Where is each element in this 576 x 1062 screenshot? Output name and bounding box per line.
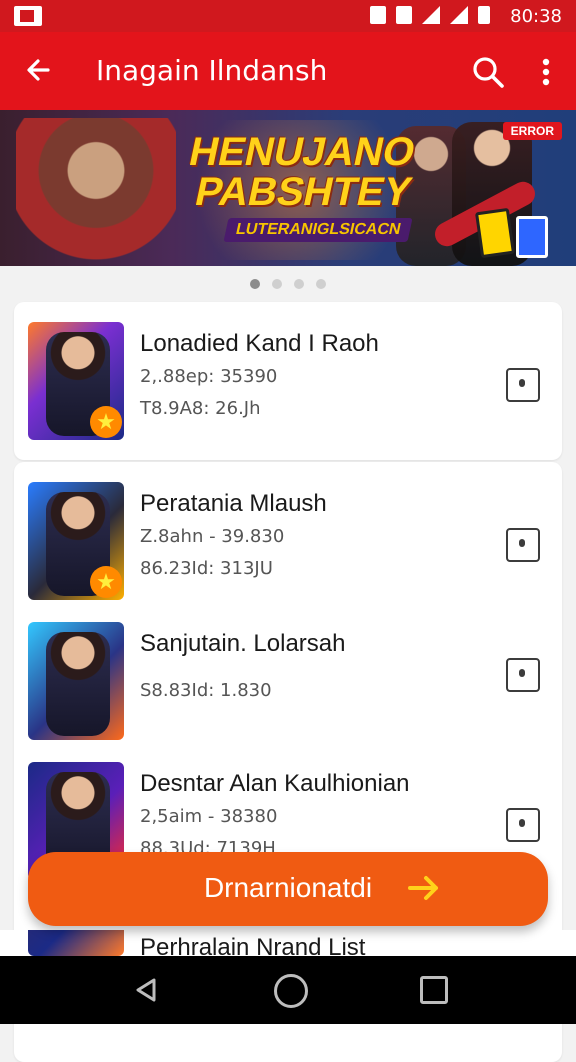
wifi-icon <box>450 6 468 24</box>
item-title: Sanjutain. Lolarsah <box>140 630 346 657</box>
arrow-left-icon[interactable] <box>20 50 60 90</box>
recents-square-icon[interactable] <box>420 976 448 1004</box>
item-thumbnail <box>28 622 124 740</box>
primary-action-label: Drnarnionatdi <box>203 872 373 903</box>
item-thumbnail: ★ <box>28 322 124 440</box>
list-item[interactable]: Sanjutain. Lolarsah S8.83Id: 1.830 <box>14 602 562 742</box>
bookmark-icon[interactable] <box>506 658 540 692</box>
star-icon: ★ <box>90 406 122 438</box>
home-circle-icon[interactable] <box>274 974 308 1008</box>
battery-icon <box>478 6 490 24</box>
item-title: Peratania Mlaush <box>140 490 327 517</box>
bookmark-icon[interactable] <box>506 368 540 402</box>
item-meta-secondary: T8.9A8: 26.Jh <box>140 398 261 419</box>
carousel-dot-2[interactable] <box>272 279 282 289</box>
back-triangle-icon[interactable] <box>132 976 160 1004</box>
banner-title-line-1: HENUJANO <box>185 130 420 174</box>
item-meta-primary: 2,5aim - 38380 <box>140 806 278 827</box>
carousel-dot-3[interactable] <box>294 279 304 289</box>
search-icon[interactable] <box>468 52 508 92</box>
item-title: Desntar Alan Kaulhionian <box>140 770 410 797</box>
banner-subtitle: LUTERANIGLSICACN <box>223 218 413 242</box>
status-bar: 80:38 <box>0 0 576 32</box>
page-title: Inagain Ilndansh <box>96 54 328 87</box>
app-bar: Inagain Ilndansh <box>0 32 576 110</box>
promo-banner[interactable]: HENUJANO PABSHTEY LUTERANIGLSICACN ERROR <box>0 110 576 266</box>
item-thumbnail: ★ <box>28 482 124 600</box>
item-meta-secondary: 86.23Id: 313JU <box>140 558 273 579</box>
system-nav-bar <box>0 956 576 1024</box>
clock: 80:38 <box>510 6 562 27</box>
status-icons <box>370 6 490 24</box>
banner-hero-left <box>16 118 176 266</box>
item-meta-secondary: S8.83Id: 1.830 <box>140 680 272 701</box>
banner-title-line-2: PABSHTEY <box>191 170 416 214</box>
arrow-right-icon <box>408 876 438 900</box>
carousel-dot-4[interactable] <box>316 279 326 289</box>
bookmark-icon[interactable] <box>506 528 540 562</box>
bookmark-icon[interactable] <box>506 808 540 842</box>
star-icon: ★ <box>90 566 122 598</box>
notification-icon <box>14 6 42 26</box>
item-title: Lonadied Kand I Raoh <box>140 330 379 357</box>
banner-badge: ERROR <box>502 122 562 140</box>
item-art <box>46 632 110 736</box>
location-icon <box>370 6 386 24</box>
banner-box-yellow <box>474 207 516 259</box>
more-vert-icon[interactable] <box>532 52 560 92</box>
carousel-indicator <box>0 276 576 292</box>
alarm-icon <box>396 6 412 24</box>
list-item[interactable]: ★ Peratania Mlaush Z.8ahn - 39.830 86.23… <box>14 462 562 602</box>
item-thumbnail <box>28 930 124 956</box>
primary-action-button[interactable]: Drnarnionatdi <box>28 852 548 926</box>
list-item[interactable]: ★ Lonadied Kand I Raoh 2,.88ep: 35390 T8… <box>14 302 562 442</box>
carousel-dot-1[interactable] <box>250 279 260 289</box>
item-meta-primary: 2,.88ep: 35390 <box>140 366 278 387</box>
banner-box-blue <box>516 216 548 258</box>
item-meta-primary: Z.8ahn - 39.830 <box>140 526 285 547</box>
signal-icon <box>422 6 440 24</box>
